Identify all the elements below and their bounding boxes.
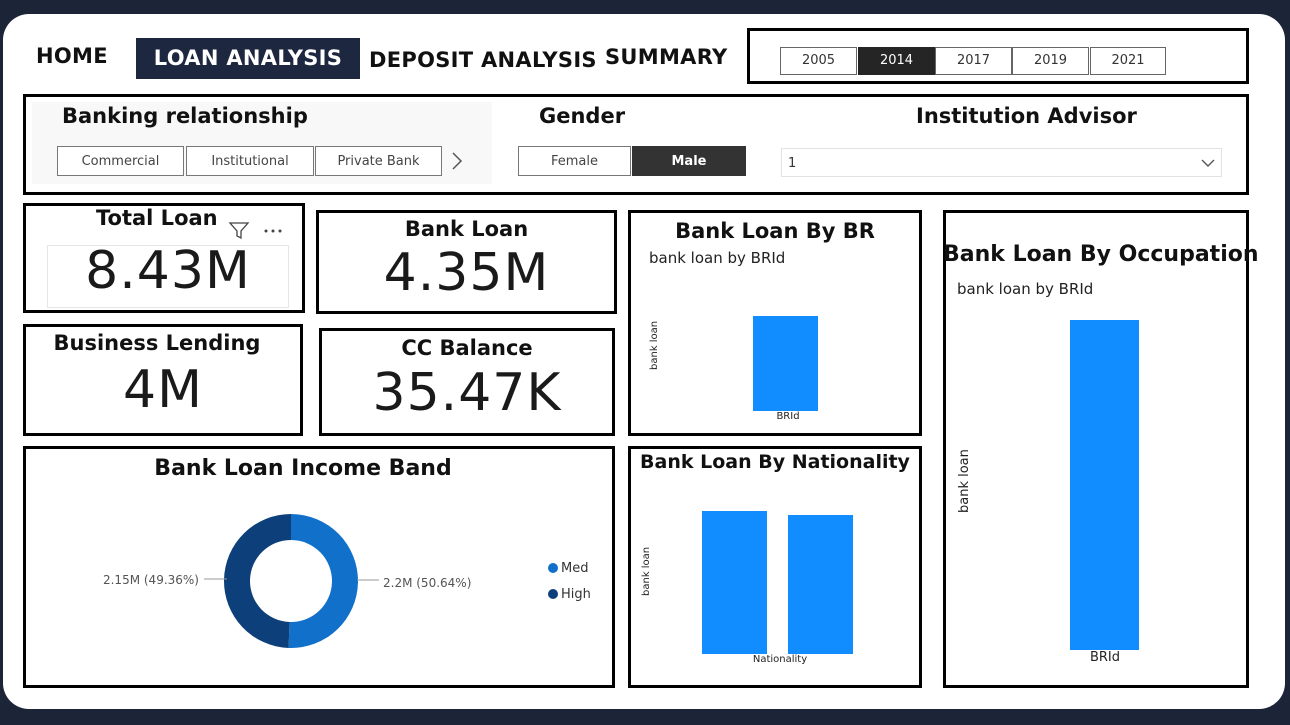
year-button[interactable]: 2019 [1012, 47, 1089, 75]
total-loan-value: 8.43M [85, 241, 251, 301]
bar[interactable] [753, 316, 818, 411]
banking-relationship-title: Banking relationship [62, 104, 308, 128]
donut-label-med: 2.2M (50.64%) [383, 576, 472, 590]
bank-loan-value: 4.35M [383, 243, 550, 303]
bar[interactable] [702, 511, 767, 654]
bank-loan-by-nationality-ylabel: bank loan [641, 546, 652, 596]
bank-loan-by-occupation-subtitle: bank loan by BRId [957, 280, 1094, 298]
chevron-down-icon [1201, 159, 1215, 167]
bank-loan-by-occupation-xlabel: BRId [1089, 650, 1121, 665]
bank-loan-by-br-subtitle: bank loan by BRId [649, 249, 786, 267]
gender-title: Gender [539, 104, 626, 128]
nav-loan-analysis[interactable]: LOAN ANALYSIS [136, 38, 360, 79]
bar[interactable] [1070, 320, 1139, 650]
bank-loan-by-br-title: Bank Loan By BR [675, 219, 875, 243]
bank-loan-income-band-title: Bank Loan Income Band [154, 456, 452, 481]
year-button[interactable]: 2005 [780, 47, 857, 75]
chip-institutional[interactable]: Institutional [186, 146, 314, 176]
nav-summary[interactable]: SUMMARY [605, 45, 728, 69]
year-button[interactable]: 2017 [935, 47, 1012, 75]
legend-label-med: Med [561, 561, 589, 576]
bank-loan-by-nationality-title: Bank Loan By Nationality [640, 451, 910, 473]
cc-balance-value: 35.47K [372, 363, 562, 423]
chip-male[interactable]: Male [632, 146, 746, 176]
bank-loan-by-nationality-plot [660, 490, 900, 654]
bank-loan-by-occupation-plot [985, 300, 1225, 650]
bank-loan-by-occupation-title: Bank Loan By Occupation [943, 242, 1259, 267]
bank-loan-by-br-ylabel: bank loan [649, 320, 660, 370]
chevron-right-icon[interactable] [448, 148, 466, 174]
bank-loan-by-br-plot [668, 268, 908, 411]
chip-commercial[interactable]: Commercial [57, 146, 184, 176]
bar[interactable] [788, 515, 853, 654]
institution-advisor-title: Institution Advisor [916, 104, 1137, 128]
chip-female[interactable]: Female [518, 146, 631, 176]
chip-private-bank[interactable]: Private Bank [315, 146, 442, 176]
legend-item-med[interactable]: Med [548, 561, 588, 576]
institution-advisor-dropdown[interactable]: 1 [781, 148, 1222, 177]
business-lending-value: 4M [123, 360, 203, 420]
cc-balance-title: CC Balance [401, 336, 533, 360]
total-loan-title: Total Loan [96, 206, 218, 230]
nav-deposit-analysis[interactable]: DEPOSIT ANALYSIS [369, 48, 597, 72]
business-lending-title: Business Lending [53, 331, 261, 355]
more-options-icon[interactable] [261, 222, 285, 238]
donut-label-high: 2.15M (49.36%) [102, 573, 199, 587]
year-button[interactable]: 2021 [1090, 47, 1166, 75]
legend-dot-med [548, 563, 558, 573]
bank-loan-title: Bank Loan [404, 217, 529, 241]
bank-loan-by-occupation-ylabel: bank loan [957, 449, 972, 513]
legend-label-high: High [561, 587, 591, 602]
legend-dot-high [548, 589, 558, 599]
bank-loan-by-br-xlabel: BRId [776, 411, 800, 422]
legend-item-high[interactable]: High [548, 587, 591, 602]
bank-loan-by-nationality-xlabel: Nationality [752, 654, 808, 665]
year-button-selected[interactable]: 2014 [858, 47, 935, 75]
nav-home[interactable]: HOME [36, 44, 108, 68]
filter-icon[interactable] [228, 221, 250, 241]
institution-advisor-value: 1 [788, 156, 797, 171]
